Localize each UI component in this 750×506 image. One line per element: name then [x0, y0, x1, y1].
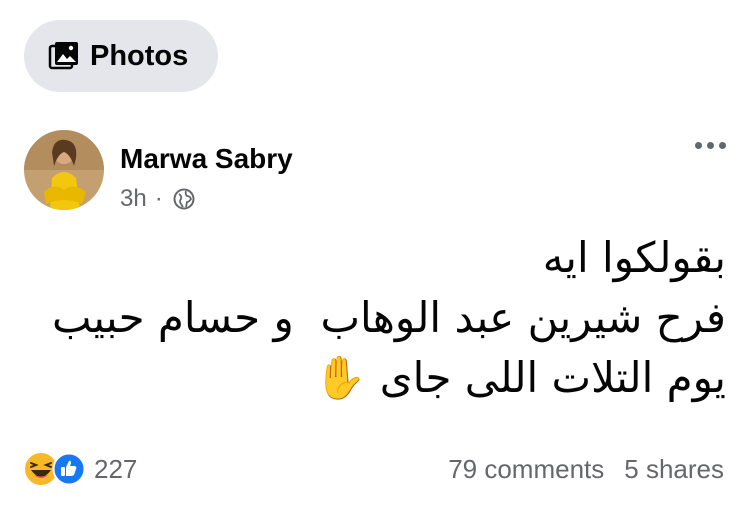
more-dot-icon: [695, 142, 702, 149]
post-time[interactable]: 3h: [120, 185, 147, 213]
photos-tab-button[interactable]: Photos: [24, 20, 218, 92]
reaction-count: 227: [94, 453, 138, 484]
more-options-button[interactable]: [695, 142, 726, 149]
meta-separator: ·: [154, 185, 163, 212]
more-dot-icon: [719, 142, 726, 149]
photos-tab-label: Photos: [90, 39, 189, 72]
like-icon: [52, 452, 86, 486]
shares-count[interactable]: 5 shares: [624, 454, 724, 485]
globe-icon[interactable]: [173, 188, 195, 210]
reactions-summary[interactable]: 227: [22, 450, 137, 488]
more-dot-icon: [707, 142, 714, 149]
post-line-1: بقولكوا ايه: [542, 233, 726, 282]
post-meta: 3h ·: [120, 185, 195, 213]
post-line-3: يوم التلات اللى جاى ✋: [314, 353, 726, 402]
author-avatar[interactable]: [24, 130, 104, 210]
post-text: بقولكوا ايه فرح شيرين عبد الوهاب و حسام …: [26, 228, 726, 408]
comments-count[interactable]: 79 comments: [448, 454, 604, 485]
photos-icon: [48, 42, 78, 70]
post-line-2: فرح شيرين عبد الوهاب و حسام حبيب: [51, 293, 726, 342]
avatar-image: [24, 130, 104, 210]
post-stats: 79 comments 5 shares: [448, 454, 724, 485]
author-name[interactable]: Marwa Sabry: [120, 143, 293, 175]
